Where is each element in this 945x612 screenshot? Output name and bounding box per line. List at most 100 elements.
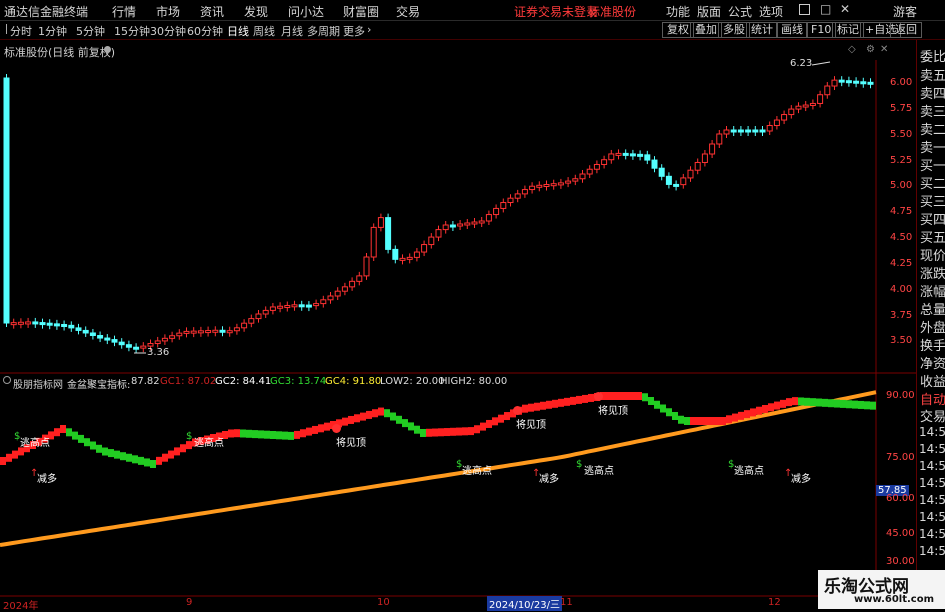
indicator-gc2: GC2: 84.41 <box>215 376 272 387</box>
candle-body <box>845 80 852 84</box>
indicator-bar <box>684 417 690 425</box>
quote-row[interactable]: 涨幅 <box>920 281 945 300</box>
button-back[interactable]: 返回 <box>890 22 922 38</box>
price-tick: 3.75 <box>890 310 913 321</box>
signal-sell-label: 逃高点 <box>462 466 492 477</box>
period-60min[interactable]: 60分钟 <box>187 23 223 39</box>
period-more[interactable]: 更多 <box>343 23 365 39</box>
indicator-bar <box>300 429 306 438</box>
indicator-bar <box>492 417 498 426</box>
menu-item-market[interactable]: 行情 <box>112 3 136 20</box>
indicator-bar <box>444 428 450 437</box>
tick-time: 14:5 <box>919 459 945 473</box>
period-30min[interactable]: 30分钟 <box>150 23 186 39</box>
quote-row[interactable]: 买五 <box>920 227 945 246</box>
period-daily[interactable]: 日线 <box>227 23 249 39</box>
chart-canvas[interactable] <box>0 40 916 609</box>
period-multi[interactable]: 多周期 <box>307 23 340 39</box>
quote-row[interactable]: 收益 <box>920 371 945 390</box>
quote-row[interactable]: 买一 <box>920 155 945 174</box>
quote-row[interactable]: 委比 <box>920 46 945 65</box>
period-monthly[interactable]: 月线 <box>281 23 303 39</box>
quote-row[interactable]: 卖一 <box>920 137 945 156</box>
menu-item-layout[interactable]: 版面 <box>697 3 721 20</box>
button-stats[interactable]: 统计 <box>746 22 778 38</box>
indicator-bar <box>234 429 240 438</box>
guest-label[interactable]: 游客 <box>893 3 917 20</box>
quote-row[interactable]: 净资 <box>920 353 945 372</box>
indicator-bar <box>534 402 540 411</box>
quote-row[interactable]: 卖四 <box>920 83 945 102</box>
indicator-bar <box>168 450 174 459</box>
date-label: 12 <box>768 597 781 608</box>
period-5min[interactable]: 5分钟 <box>76 23 105 39</box>
close-icon[interactable]: ✕ <box>840 2 850 16</box>
low-annotation: 3.36 <box>147 347 170 358</box>
period-15min[interactable]: 15分钟 <box>114 23 150 39</box>
quote-side-panel: 委比 卖五 卖四 卖三 卖二 卖一 买一 买二 买三 买四 买五 现价 涨跌 涨… <box>916 40 945 609</box>
candle-body <box>161 337 168 342</box>
indicator-bar <box>570 396 576 405</box>
quote-row[interactable]: 卖五 <box>920 65 945 84</box>
candle-body <box>536 184 543 188</box>
menu-item-wealth[interactable]: 财富圈 <box>343 3 379 20</box>
candle-body <box>543 184 550 187</box>
indicator-settings-icon[interactable] <box>3 376 11 384</box>
trade-label[interactable]: 交易 <box>920 406 945 425</box>
more-chevron-icon[interactable]: › <box>367 23 371 36</box>
quote-row[interactable]: 换手 <box>920 335 945 354</box>
candle-body <box>435 229 442 238</box>
signal-top-label: 将见顶 <box>336 438 366 449</box>
indicator-bar <box>792 397 798 406</box>
menu-item-wenxiaoda[interactable]: 问小达 <box>288 3 324 20</box>
indicator-bar <box>156 456 162 465</box>
indicator-bar <box>708 417 714 425</box>
candle-body <box>3 77 10 324</box>
quote-row[interactable]: 买三 <box>920 191 945 210</box>
menu-item-function[interactable]: 功能 <box>666 3 690 20</box>
quote-row[interactable]: 现价 <box>920 245 945 264</box>
indicator-bar <box>774 401 780 410</box>
quote-row[interactable]: 卖二 <box>920 119 945 138</box>
menu-item-trade[interactable]: 交易 <box>396 3 420 20</box>
candle-body <box>212 329 219 333</box>
period-weekly[interactable]: 周线 <box>253 23 275 39</box>
indicator-bar <box>120 452 126 461</box>
candle-body <box>579 173 586 180</box>
indicator-bar <box>702 417 708 425</box>
period-intraday[interactable]: 分时 <box>10 23 32 39</box>
login-notice[interactable]: 证券交易未登录 <box>514 3 598 20</box>
candle-body <box>867 81 874 85</box>
quote-row[interactable]: 涨跌 <box>920 263 945 282</box>
indicator-bar <box>834 399 840 408</box>
candle-body <box>68 324 75 329</box>
quote-row[interactable]: 买二 <box>920 173 945 192</box>
minimize-icon[interactable] <box>799 4 810 15</box>
button-draw[interactable]: 画线 <box>776 22 808 38</box>
high-arrow <box>811 61 831 66</box>
indicator-bar <box>690 417 696 425</box>
candle-body <box>61 324 68 327</box>
price-tick: 4.25 <box>890 258 913 269</box>
candle-body <box>370 226 377 258</box>
candle-body <box>464 222 471 226</box>
indicator-bar <box>186 441 192 450</box>
menu-item-options[interactable]: 选项 <box>759 3 783 20</box>
menu-item-markets[interactable]: 市场 <box>156 3 180 20</box>
indicator-bar <box>744 410 750 419</box>
quote-row[interactable]: 外盘 <box>920 317 945 336</box>
restore-icon[interactable]: □ <box>820 2 831 16</box>
candle-body <box>824 85 831 96</box>
period-1min[interactable]: 1分钟 <box>38 23 67 39</box>
menu-item-news[interactable]: 资讯 <box>200 3 224 20</box>
indicator-bar <box>420 429 426 437</box>
indicator-bar <box>582 394 588 403</box>
indicator-series-label: 金盆聚宝指标: <box>67 380 131 391</box>
menu-item-formula[interactable]: 公式 <box>728 3 752 20</box>
quote-row[interactable]: 卖三 <box>920 101 945 120</box>
quote-row[interactable]: 总量 <box>920 299 945 318</box>
menu-item-discover[interactable]: 发现 <box>244 3 268 20</box>
top-signal-icon <box>332 424 341 433</box>
quote-row[interactable]: 买四 <box>920 209 945 228</box>
candle-body <box>89 332 96 337</box>
